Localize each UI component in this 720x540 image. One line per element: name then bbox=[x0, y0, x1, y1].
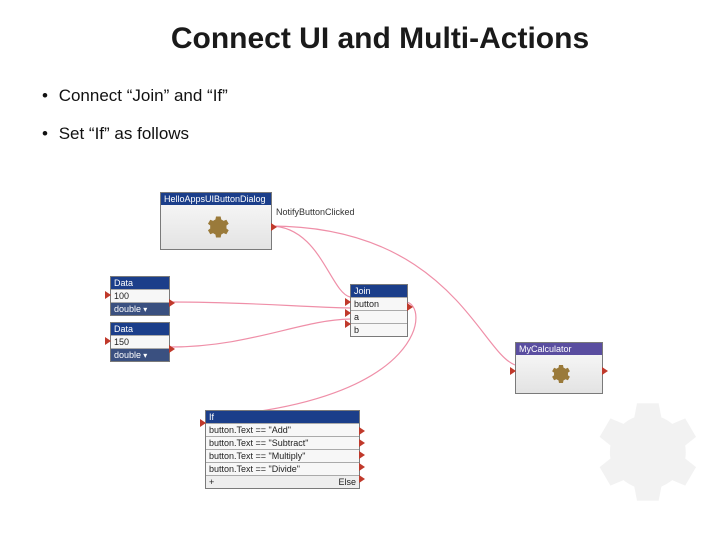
node-join[interactable]: Join button a b bbox=[350, 284, 408, 337]
output-port-icon[interactable] bbox=[359, 463, 365, 471]
input-port-icon[interactable] bbox=[105, 337, 111, 345]
input-port-icon[interactable] bbox=[200, 419, 206, 427]
node-header: MyCalculator bbox=[516, 343, 602, 355]
output-port-icon[interactable] bbox=[359, 427, 365, 435]
output-port-icon[interactable] bbox=[359, 439, 365, 447]
node-data-1[interactable]: Data 100 double bbox=[110, 276, 170, 316]
input-port-icon[interactable] bbox=[345, 298, 351, 306]
output-port-icon[interactable] bbox=[359, 451, 365, 459]
slide-title: Connect UI and Multi-Actions bbox=[0, 0, 720, 56]
node-header: Join bbox=[351, 285, 407, 297]
output-port-icon[interactable] bbox=[602, 367, 608, 375]
data-value[interactable]: 150 bbox=[111, 335, 169, 348]
node-if[interactable]: If button.Text == "Add" button.Text == "… bbox=[205, 410, 360, 489]
join-row[interactable]: a bbox=[351, 310, 407, 323]
data-value[interactable]: 100 bbox=[111, 289, 169, 302]
node-data-2[interactable]: Data 150 double bbox=[110, 322, 170, 362]
if-else-label: Else bbox=[338, 477, 356, 487]
output-port-icon[interactable] bbox=[169, 345, 175, 353]
data-type-dropdown[interactable]: double bbox=[111, 302, 169, 315]
flow-diagram: HelloAppsUIButtonDialog NotifyButtonClic… bbox=[100, 192, 620, 512]
input-port-icon[interactable] bbox=[345, 309, 351, 317]
if-condition[interactable]: button.Text == "Divide" bbox=[206, 462, 359, 475]
watermark-gear-icon bbox=[572, 387, 702, 522]
join-row[interactable]: b bbox=[351, 323, 407, 336]
output-port-icon[interactable] bbox=[169, 299, 175, 307]
join-row[interactable]: button bbox=[351, 297, 407, 310]
output-port-icon[interactable] bbox=[271, 223, 277, 231]
if-condition[interactable]: button.Text == "Subtract" bbox=[206, 436, 359, 449]
bullet-item: Connect “Join” and “If” bbox=[42, 86, 720, 106]
input-port-icon[interactable] bbox=[105, 291, 111, 299]
node-dialog[interactable]: HelloAppsUIButtonDialog bbox=[160, 192, 272, 250]
node-header: HelloAppsUIButtonDialog bbox=[161, 193, 271, 205]
node-header: Data bbox=[111, 323, 169, 335]
input-port-icon[interactable] bbox=[345, 320, 351, 328]
data-type-dropdown[interactable]: double bbox=[111, 348, 169, 361]
output-port-icon[interactable] bbox=[359, 475, 365, 483]
node-header: If bbox=[206, 411, 359, 423]
port-label: NotifyButtonClicked bbox=[276, 207, 355, 217]
input-port-icon[interactable] bbox=[510, 367, 516, 375]
if-add-button[interactable]: + bbox=[209, 477, 214, 487]
gear-icon bbox=[161, 205, 271, 249]
node-header: Data bbox=[111, 277, 169, 289]
bullet-item: Set “If” as follows bbox=[42, 124, 720, 144]
if-condition[interactable]: button.Text == "Add" bbox=[206, 423, 359, 436]
if-condition[interactable]: button.Text == "Multiply" bbox=[206, 449, 359, 462]
output-port-icon[interactable] bbox=[407, 303, 413, 311]
bullet-list: Connect “Join” and “If” Set “If” as foll… bbox=[42, 86, 720, 144]
